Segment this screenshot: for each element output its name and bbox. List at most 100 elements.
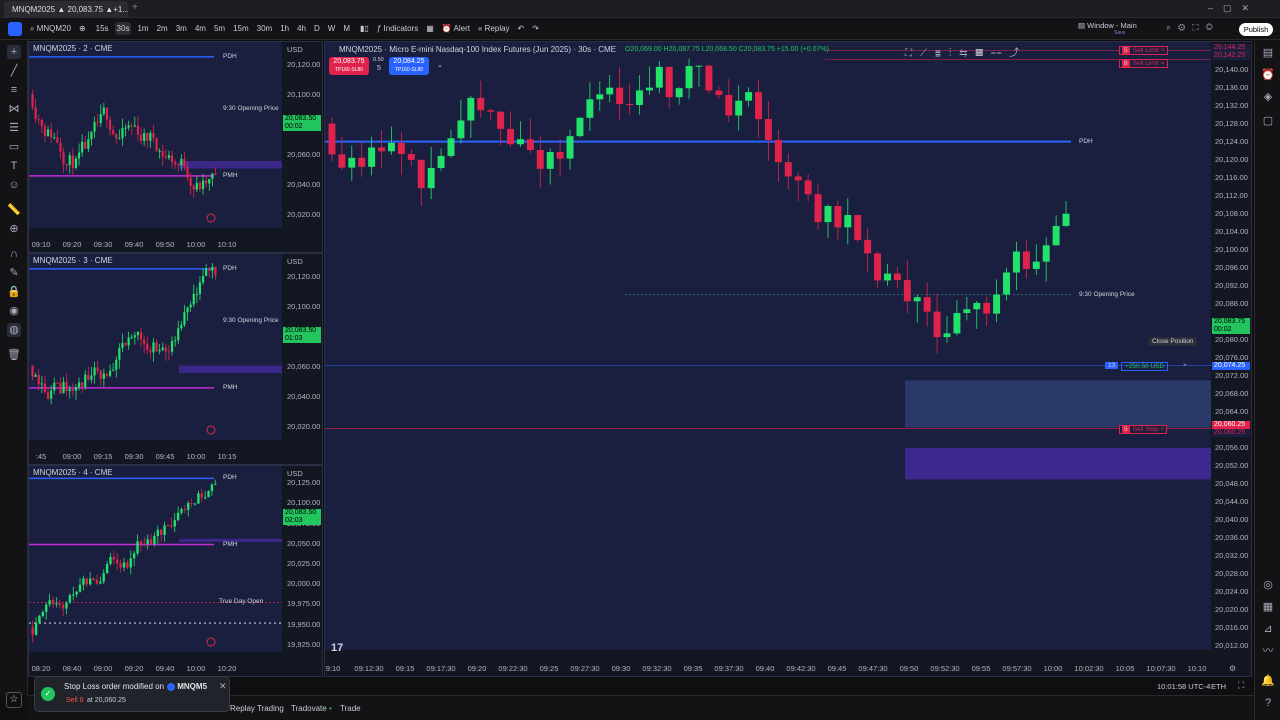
- timeframe-1m[interactable]: 1m: [135, 22, 150, 35]
- ruler-icon[interactable]: 📏: [7, 203, 21, 217]
- pattern-icon[interactable]: ⋈: [7, 102, 21, 116]
- sell-stop-order[interactable]: 5 Sell Stop ×: [1119, 424, 1168, 434]
- projection-icon[interactable]: ☰: [7, 121, 21, 135]
- timeframe-4m[interactable]: 4m: [193, 22, 208, 35]
- quantity-label[interactable]: 5: [377, 65, 381, 72]
- notifications-icon[interactable]: 🔔: [1261, 674, 1275, 688]
- cancel-order-icon[interactable]: ×: [1159, 60, 1165, 67]
- add-symbol-icon[interactable]: ⊕: [79, 24, 86, 33]
- globe-icon[interactable]: ◍: [7, 323, 21, 337]
- session-toggle[interactable]: ETH: [1211, 682, 1226, 691]
- magnet-icon[interactable]: ∩: [7, 247, 21, 261]
- toolbar-right-icons[interactable]: ⌕⚙⛶◎: [1166, 22, 1220, 33]
- emoji-icon[interactable]: ☺: [7, 178, 21, 192]
- timeframe-1h[interactable]: 1h: [278, 22, 291, 35]
- calendar-icon[interactable]: ▦: [1261, 600, 1275, 614]
- buy-button[interactable]: 20,084.25 TP160·SL80: [389, 57, 429, 75]
- timeframe-5m[interactable]: 5m: [212, 22, 227, 35]
- templates-icon[interactable]: ▦: [426, 24, 434, 33]
- alert-button[interactable]: ⏰ Alert: [442, 24, 470, 33]
- trash-icon[interactable]: 🗑: [7, 348, 21, 362]
- candle-body: [43, 126, 47, 137]
- indicators-button[interactable]: ƒ Indicators: [377, 24, 418, 33]
- cancel-order-icon[interactable]: ×: [1159, 47, 1165, 54]
- layers-icon[interactable]: ◈: [1261, 90, 1275, 104]
- sell-limit-order-2[interactable]: 8 Sell Limit ×: [1119, 58, 1168, 68]
- candle-body: [487, 110, 495, 112]
- pencil-icon[interactable]: ✎: [7, 266, 21, 280]
- shapes-icon[interactable]: ▭: [7, 140, 21, 154]
- timeframe-4h[interactable]: 4h: [295, 22, 308, 35]
- x-tick-label: 08:40: [62, 664, 82, 673]
- zoom-icon[interactable]: ⊕: [7, 222, 21, 236]
- fullscreen-icon[interactable]: ⛶: [1238, 680, 1244, 691]
- chart-canvas[interactable]: [29, 42, 323, 253]
- redo-icon[interactable]: ↷: [532, 24, 539, 33]
- timeframe-15m[interactable]: 15m: [231, 22, 251, 35]
- pulse-icon[interactable]: 〰: [1261, 644, 1275, 658]
- timeframe-W[interactable]: W: [326, 22, 338, 35]
- chart-canvas[interactable]: [29, 254, 323, 465]
- help-icon[interactable]: ?: [1261, 696, 1275, 710]
- close-position-icon[interactable]: ×: [1183, 362, 1187, 369]
- last-price-countdown: 00:02: [283, 122, 321, 131]
- sell-limit-order-1[interactable]: 5 Sell Limit ×: [1119, 46, 1168, 56]
- candle-body: [146, 133, 149, 141]
- tab-replay-trading[interactable]: Replay Trading: [230, 704, 284, 713]
- main-chart[interactable]: 20,140.00 20,136.00 20,132.00 20,128.00 20,1…: [324, 41, 1252, 677]
- candle-body: [183, 158, 186, 167]
- axis-settings-icon[interactable]: ⚙: [1229, 664, 1236, 673]
- chart-type-icon[interactable]: ▮▯: [360, 24, 369, 33]
- price-axis[interactable]: [282, 42, 323, 253]
- timeframe-2m[interactable]: 2m: [155, 22, 170, 35]
- alerts-icon[interactable]: ⏰: [1261, 68, 1275, 82]
- chart-tab[interactable]: MNQM2025 ▲ 20,083.75 ▲+1...: [4, 1, 128, 18]
- hotlist-icon[interactable]: ◎: [1261, 578, 1275, 592]
- timeframe-30s[interactable]: 30s: [114, 22, 132, 35]
- position-pnl[interactable]: +250.50 USD: [1121, 361, 1169, 371]
- symbol-search[interactable]: ⌕ MNQM20: [30, 24, 71, 34]
- floating-drawing-toolbar[interactable]: ⛶⟋≣⋮⇆▦╌⤴: [905, 44, 1027, 59]
- new-tab-icon[interactable]: +: [132, 2, 138, 13]
- publish-button[interactable]: Publish: [1239, 23, 1273, 36]
- text-icon[interactable]: T: [7, 159, 21, 173]
- replay-button[interactable]: « Replay: [478, 24, 510, 33]
- order-type: Sell Stop: [1132, 425, 1159, 433]
- eye-icon[interactable]: ◉: [7, 304, 21, 318]
- cancel-order-icon[interactable]: ×: [1159, 426, 1164, 433]
- trend-line-icon[interactable]: ╱: [7, 64, 21, 78]
- ideas-icon[interactable]: ⊿: [1261, 622, 1275, 636]
- watchlist-icon[interactable]: ▤: [1261, 46, 1275, 60]
- tab-tradovate[interactable]: Tradovate •: [291, 704, 332, 713]
- chart-panel-3[interactable]: 20,120.0020,100.0020,080.0020,060.0020,0…: [28, 253, 323, 465]
- candle-body: [596, 94, 604, 100]
- undo-icon[interactable]: ↶: [518, 24, 525, 33]
- window-controls[interactable]: –▢✕: [1208, 3, 1259, 14]
- liquidity-zone: [179, 161, 282, 169]
- candle-body: [155, 138, 158, 152]
- timeframe-D[interactable]: D: [312, 22, 322, 35]
- chat-icon[interactable]: ▢: [1261, 114, 1275, 128]
- lock-icon[interactable]: 🔒: [7, 285, 21, 299]
- timeframe-30m[interactable]: 30m: [255, 22, 275, 35]
- tab-trade[interactable]: Trade: [340, 704, 361, 713]
- star-icon[interactable]: ☆: [6, 692, 22, 708]
- main-chart-canvas[interactable]: [325, 42, 1252, 677]
- chart-panel-4[interactable]: 20,125.0020,100.0020,075.0020,050.0020,0…: [28, 465, 323, 677]
- chart-panel-2[interactable]: 20,120.0020,100.0020,080.0020,060.0020,0…: [28, 41, 323, 253]
- crosshair-icon[interactable]: +: [7, 45, 21, 59]
- sell-button[interactable]: 20,083.75 TP160·SL80: [329, 57, 369, 75]
- toast-close-icon[interactable]: ✕: [219, 681, 227, 692]
- position-qty[interactable]: 13: [1105, 361, 1119, 369]
- clock[interactable]: 10:01:58 UTC-4: [1157, 682, 1210, 691]
- chart-canvas[interactable]: [29, 466, 323, 677]
- expand-chevron-icon[interactable]: ⌄: [437, 61, 443, 69]
- layout-button[interactable]: ▤ Window - Main: [1078, 21, 1137, 30]
- price-axis[interactable]: [282, 254, 323, 465]
- tv-logo-icon[interactable]: [8, 21, 22, 36]
- timeframe-M[interactable]: M: [341, 22, 352, 35]
- timeframe-3m[interactable]: 3m: [174, 22, 189, 35]
- candle-body: [586, 99, 594, 118]
- fib-icon[interactable]: ≡: [7, 83, 21, 97]
- timeframe-15s[interactable]: 15s: [94, 22, 111, 35]
